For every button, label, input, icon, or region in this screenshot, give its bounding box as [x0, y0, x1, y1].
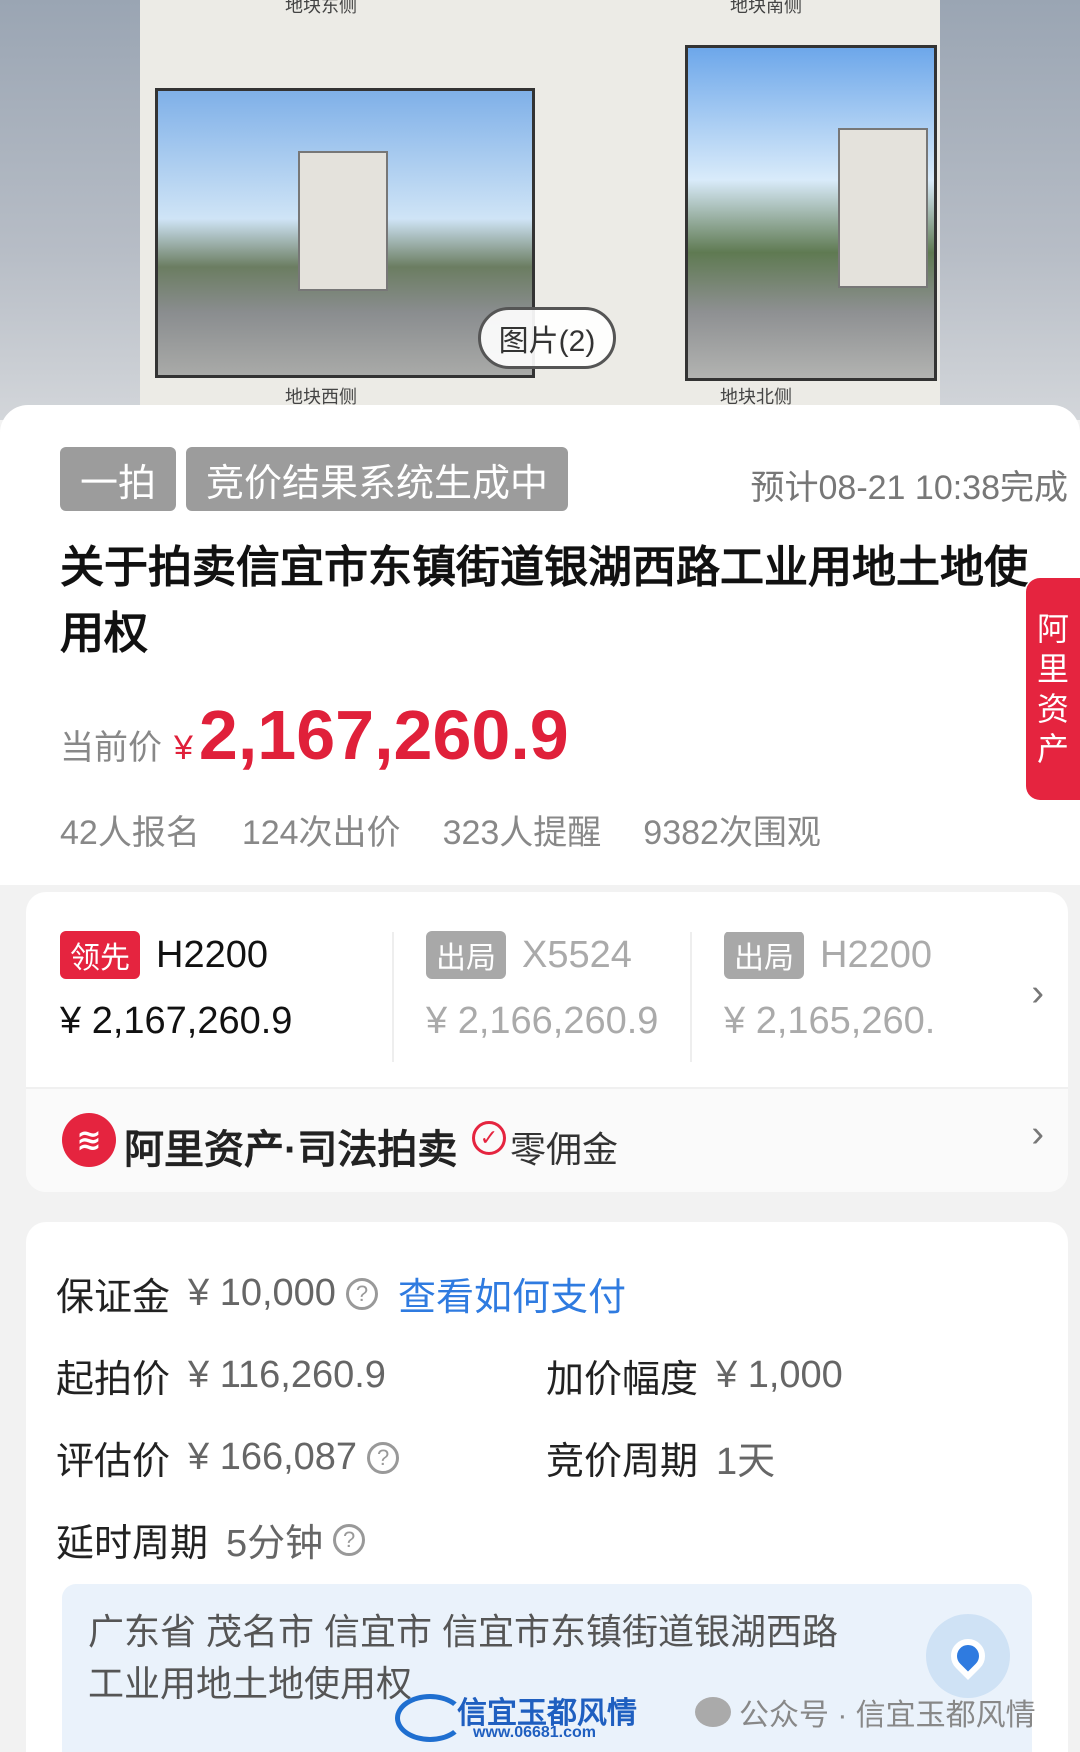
deposit-row: 保证金 ¥ 10,000 ? 查看如何支付: [56, 1266, 626, 1321]
bid-record[interactable]: 出局 X5524 ¥ 2,166,260.9: [392, 931, 692, 1062]
platform-brand-row[interactable]: ≋ 阿里资产·司法拍卖 ✓ 零佣金 ›: [26, 1087, 1068, 1192]
bid-amount: ¥ 2,166,260.9: [426, 1000, 659, 1042]
stat-bids: 124次出价: [241, 814, 401, 852]
start-price-value: ¥ 116,260.9: [188, 1354, 386, 1396]
eta-text: 预计08-21 10:38完成: [750, 469, 1069, 507]
side-tab-char: 资: [1036, 691, 1069, 727]
delay-value: 5分钟: [226, 1523, 324, 1565]
start-price-row: 起拍价 ¥ 116,260.9: [56, 1348, 386, 1403]
chevron-right-icon[interactable]: ›: [1031, 1113, 1044, 1156]
bid-record[interactable]: 领先 H2200 ¥ 2,167,260.9: [60, 931, 360, 1062]
delay-label: 延时周期: [56, 1523, 209, 1565]
chevron-right-icon[interactable]: ›: [1031, 972, 1044, 1015]
auction-stats: 42人报名 124次出价 323人提醒 9382次围观: [60, 805, 821, 854]
bidder-id: X5524: [522, 933, 632, 976]
side-tab-char: 产: [1036, 731, 1069, 767]
bid-cycle-label: 竞价周期: [546, 1441, 699, 1483]
increment-value: ¥ 1,000: [716, 1354, 843, 1396]
appraisal-label: 评估价: [56, 1441, 171, 1483]
auction-title: 关于拍卖信宜市东镇街道银湖西路工业用地土地使用权: [60, 543, 1028, 658]
fade-overlay: [926, 922, 996, 1072]
ali-assets-logo-icon: ≋: [62, 1113, 116, 1167]
bid-amount: ¥ 2,167,260.9: [60, 1000, 293, 1042]
watermark-wechat: 公众号 · 信宜玉都风情: [695, 1690, 1036, 1734]
status-tags: 一拍 竞价结果系统生成中: [60, 447, 569, 511]
leading-badge: 领先: [60, 931, 140, 979]
site-photo-north: [685, 45, 937, 381]
auction-summary-card: 一拍 竞价结果系统生成中 预计08-21 10:38完成 关于拍卖信宜市东镇街道…: [0, 405, 1080, 885]
auction-info-card: 保证金 ¥ 10,000 ? 查看如何支付 起拍价 ¥ 116,260.9 加价…: [26, 1222, 1068, 1752]
price-label: 当前价: [60, 729, 162, 767]
outbid-badge: 出局: [426, 931, 506, 979]
image-count-button[interactable]: 图片(2): [478, 307, 616, 369]
photo-caption-east: 地块东侧: [285, 0, 357, 17]
side-tab-char: 里: [1036, 651, 1069, 687]
current-price: 2,167,260.9: [198, 696, 569, 774]
ali-assets-side-tab[interactable]: 阿 里 资 产: [1026, 578, 1080, 800]
help-icon[interactable]: ?: [345, 1277, 378, 1310]
watermark-wechat-text: 公众号 · 信宜玉都风情: [739, 1699, 1036, 1732]
side-tab-char: 阿: [1036, 611, 1069, 647]
bidder-id: H2200: [156, 933, 268, 976]
appraisal-value: ¥ 166,087: [188, 1436, 358, 1478]
increment-label: 加价幅度: [546, 1359, 699, 1401]
stat-registrations: 42人报名: [60, 814, 200, 852]
hero-photo-area[interactable]: 地块东侧 地块南侧 地块西侧 地块北侧 图片(2): [0, 0, 1080, 420]
check-circle-icon: ✓: [472, 1121, 506, 1155]
deposit-label: 保证金: [56, 1277, 171, 1319]
stat-views: 9382次围观: [643, 814, 821, 852]
building-shape: [298, 151, 388, 291]
deposit-value: ¥ 10,000: [188, 1272, 336, 1314]
photo-caption-south: 地块南侧: [730, 0, 802, 17]
help-icon[interactable]: ?: [367, 1441, 400, 1474]
bid-records-card[interactable]: 领先 H2200 ¥ 2,167,260.9 出局 X5524 ¥ 2,166,…: [26, 892, 1068, 1192]
bid-cycle-value: 1天: [716, 1441, 776, 1483]
status-tag: 竞价结果系统生成中: [186, 447, 569, 511]
map-pin-icon[interactable]: [926, 1614, 1010, 1698]
start-price-label: 起拍价: [56, 1359, 171, 1401]
bid-cycle-row: 竞价周期 1天: [546, 1430, 775, 1485]
platform-name: 阿里资产·司法拍卖: [124, 1128, 458, 1172]
current-price-row: 当前价 ¥ 2,167,260.9: [60, 695, 569, 775]
help-icon[interactable]: ?: [333, 1523, 366, 1556]
building-shape: [838, 128, 928, 288]
increment-row: 加价幅度 ¥ 1,000: [546, 1348, 843, 1403]
bidder-id: H2200: [820, 933, 932, 976]
how-to-pay-link[interactable]: 查看如何支付: [398, 1266, 626, 1321]
outbid-badge: 出局: [724, 932, 804, 979]
stat-reminders: 323人提醒: [442, 814, 602, 852]
currency-symbol: ¥: [174, 729, 193, 767]
watermark-site-url: www.06681.com: [473, 1724, 597, 1741]
watermark-logo: 信宜玉都风情 www.06681.com: [395, 1688, 695, 1748]
round-tag: 一拍: [60, 447, 177, 511]
appraisal-row: 评估价 ¥ 166,087 ?: [56, 1430, 400, 1485]
wave-logo-icon: [395, 1694, 465, 1742]
zero-commission-label: 零佣金: [510, 1129, 619, 1170]
wechat-icon: [695, 1697, 731, 1727]
delay-row: 延时周期 5分钟 ?: [56, 1512, 366, 1567]
